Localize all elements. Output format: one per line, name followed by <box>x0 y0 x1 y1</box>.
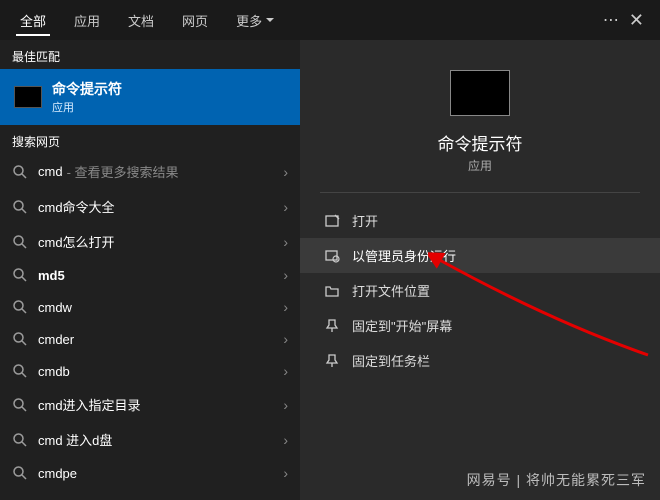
tabs-bar: 全部 应用 文档 网页 更多 ⋯ ✕ <box>0 0 660 40</box>
suggestion-term: cmdb <box>38 364 70 379</box>
search-suggestion[interactable]: cmd怎么打开 › <box>0 224 300 259</box>
more-options-icon[interactable]: ⋯ <box>603 10 621 30</box>
chevron-right-icon: › <box>283 331 288 347</box>
chevron-right-icon: › <box>283 432 288 448</box>
search-suggestion[interactable]: cmdpe › <box>0 457 300 489</box>
chevron-right-icon: › <box>283 363 288 379</box>
open-icon <box>324 213 352 229</box>
chevron-right-icon: › <box>283 234 288 250</box>
chevron-right-icon: › <box>283 164 288 180</box>
suggestion-term: cmd 进入d盘 <box>38 430 112 449</box>
tab-docs[interactable]: 文档 <box>114 3 168 38</box>
search-suggestion[interactable]: cmdb › <box>0 355 300 387</box>
chevron-right-icon: › <box>283 465 288 481</box>
preview-title: 命令提示符 <box>438 130 523 155</box>
suggestion-term: cmd怎么打开 <box>38 232 115 251</box>
search-icon <box>12 267 28 283</box>
search-icon <box>12 432 28 448</box>
search-icon <box>12 465 28 481</box>
action-admin[interactable]: 以管理员身份运行 <box>300 238 660 273</box>
action-pin-start[interactable]: 固定到"开始"屏幕 <box>300 308 660 343</box>
suggestion-hint: - 查看更多搜索结果 <box>67 162 179 181</box>
best-match-item[interactable]: 命令提示符 应用 <box>0 69 300 125</box>
search-suggestion[interactable]: cmd - 查看更多搜索结果 › <box>0 154 300 189</box>
action-pin-taskbar[interactable]: 固定到任务栏 <box>300 343 660 378</box>
search-icon <box>12 299 28 315</box>
preview-subtitle: 应用 <box>468 157 492 174</box>
suggestion-term: cmd <box>38 164 63 179</box>
tab-more[interactable]: 更多 <box>222 3 288 38</box>
search-suggestion[interactable]: cmder › <box>0 323 300 355</box>
folder-icon <box>324 283 352 299</box>
pin-taskbar-icon <box>324 353 352 369</box>
action-label: 以管理员身份运行 <box>352 246 456 265</box>
search-icon <box>12 331 28 347</box>
chevron-right-icon: › <box>283 397 288 413</box>
main: 最佳匹配 命令提示符 应用 搜索网页 cmd - 查看更多搜索结果›cmd命令大… <box>0 40 660 500</box>
preview-panel: 命令提示符 应用 打开以管理员身份运行打开文件位置固定到"开始"屏幕固定到任务栏… <box>300 40 660 500</box>
close-icon[interactable]: ✕ <box>629 10 644 31</box>
search-icon <box>12 397 28 413</box>
best-match-subtitle: 应用 <box>52 99 122 115</box>
search-suggestion[interactable]: cmd 进入d盘 › <box>0 422 300 457</box>
action-label: 固定到"开始"屏幕 <box>352 316 452 335</box>
suggestion-term: cmder <box>38 332 74 347</box>
search-icon <box>12 363 28 379</box>
suggestion-term: cmdpe <box>38 466 77 481</box>
search-suggestion[interactable]: cmd进入指定目录 › <box>0 387 300 422</box>
action-open[interactable]: 打开 <box>300 203 660 238</box>
tab-web[interactable]: 网页 <box>168 3 222 38</box>
cmd-icon <box>14 86 42 108</box>
action-label: 打开 <box>352 211 378 230</box>
action-folder[interactable]: 打开文件位置 <box>300 273 660 308</box>
search-web-label: 搜索网页 <box>0 125 300 154</box>
search-suggestion[interactable]: cmdw › <box>0 291 300 323</box>
admin-icon <box>324 248 352 264</box>
watermark: 网易号 | 将帅无能累死三军 <box>467 470 646 490</box>
search-icon <box>12 199 28 215</box>
chevron-right-icon: › <box>283 299 288 315</box>
chevron-right-icon: › <box>283 267 288 283</box>
search-icon <box>12 234 28 250</box>
action-label: 固定到任务栏 <box>352 351 430 370</box>
tab-all[interactable]: 全部 <box>6 3 60 38</box>
results-panel: 最佳匹配 命令提示符 应用 搜索网页 cmd - 查看更多搜索结果›cmd命令大… <box>0 40 300 500</box>
best-match-label: 最佳匹配 <box>0 40 300 69</box>
search-suggestion[interactable]: md5 › <box>0 259 300 291</box>
action-label: 打开文件位置 <box>352 281 430 300</box>
chevron-right-icon: › <box>283 199 288 215</box>
suggestion-term: md5 <box>38 268 65 283</box>
search-suggestion[interactable]: cmd命令大全 › <box>0 189 300 224</box>
suggestion-term: cmdw <box>38 300 72 315</box>
tab-apps[interactable]: 应用 <box>60 3 114 38</box>
preview-cmd-icon <box>450 70 510 116</box>
pin-start-icon <box>324 318 352 334</box>
suggestion-term: cmd命令大全 <box>38 197 115 216</box>
best-match-title: 命令提示符 <box>52 79 122 99</box>
suggestion-term: cmd进入指定目录 <box>38 395 141 414</box>
search-icon <box>12 164 28 180</box>
